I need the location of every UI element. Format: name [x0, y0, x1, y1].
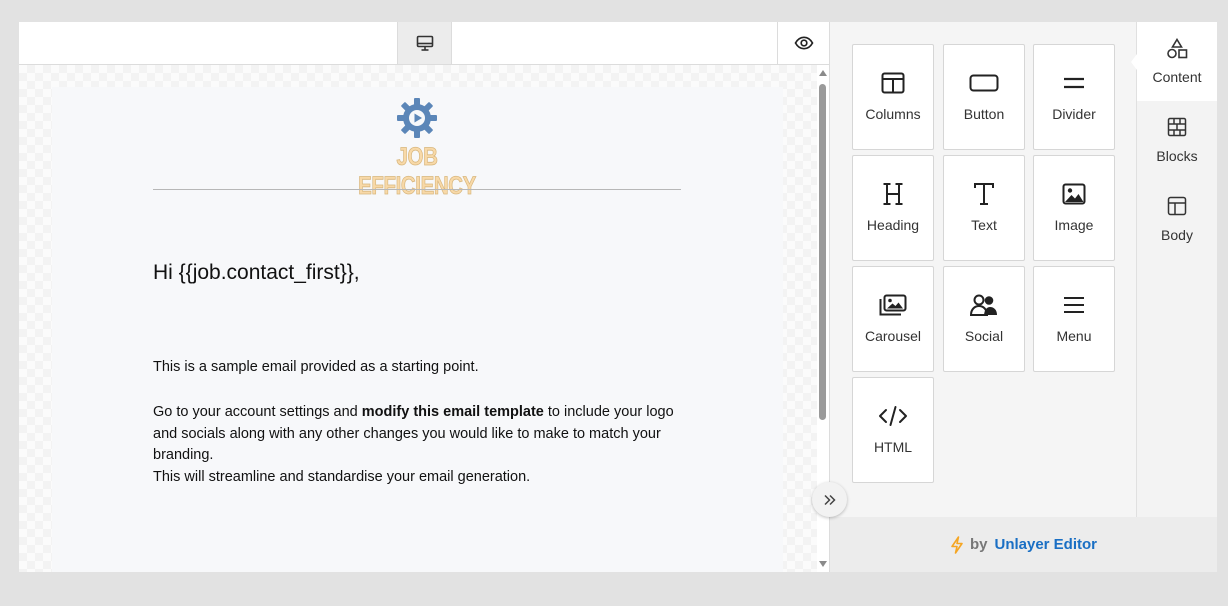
button-icon — [969, 74, 999, 92]
tab-label: Blocks — [1156, 148, 1198, 164]
tool-label: Heading — [866, 217, 920, 233]
tool-menu[interactable]: Menu — [1033, 266, 1115, 372]
unlayer-editor-link[interactable]: Unlayer Editor — [994, 536, 1097, 553]
instructions-bold-text: modify this email template — [361, 404, 544, 420]
right-panel: Columns Button Divider Heading Text Imag… — [829, 22, 1217, 572]
code-icon — [879, 406, 907, 426]
gear-play-icon — [397, 98, 437, 138]
columns-icon — [881, 72, 905, 94]
logo-text: JOB EFFICIENCY — [358, 143, 477, 201]
greeting-heading[interactable]: Hi {{job.contact_first}}, — [153, 261, 360, 285]
tool-columns[interactable]: Columns — [852, 44, 934, 150]
carousel-icon — [879, 294, 907, 316]
tool-label: HTML — [873, 439, 913, 455]
preview-button[interactable] — [777, 22, 829, 64]
instructions-paragraph[interactable]: Go to your account settings and modify t… — [153, 402, 693, 488]
canvas-scroll-area[interactable]: JOB EFFICIENCY Hi {{job.contact_first}},… — [19, 65, 817, 572]
tool-social[interactable]: Social — [943, 266, 1025, 372]
tool-heading[interactable]: Heading — [852, 155, 934, 261]
layout-icon — [1167, 196, 1187, 216]
content-tools-grid: Columns Button Divider Heading Text Imag… — [830, 22, 1136, 517]
logo[interactable]: JOB EFFICIENCY — [322, 97, 512, 200]
tab-body[interactable]: Body — [1137, 180, 1217, 259]
tool-label: Text — [971, 217, 997, 233]
scroll-up-arrow-icon[interactable] — [819, 70, 827, 76]
header-divider — [153, 189, 681, 190]
scroll-down-arrow-icon[interactable] — [819, 561, 827, 567]
intro-paragraph[interactable]: This is a sample email provided as a sta… — [153, 359, 479, 375]
tool-label: Image — [1054, 217, 1094, 233]
tool-label: Social — [964, 328, 1004, 344]
lightning-bolt-icon — [950, 535, 964, 554]
tool-label: Menu — [1056, 328, 1092, 344]
branding-footer: by Unlayer Editor — [830, 517, 1217, 572]
tool-text[interactable]: Text — [943, 155, 1025, 261]
canvas-area: JOB EFFICIENCY Hi {{job.contact_first}},… — [19, 22, 829, 572]
footer-by-text: by — [969, 536, 988, 553]
blocks-icon — [1167, 117, 1187, 137]
tab-label: Body — [1161, 227, 1193, 243]
tool-label: Columns — [865, 106, 921, 122]
top-toolbar — [19, 22, 829, 65]
heading-icon — [883, 183, 903, 205]
chevrons-right-icon — [823, 494, 836, 505]
collapse-panel-button[interactable] — [812, 482, 847, 517]
tab-label: Content — [1152, 69, 1202, 85]
tool-label: Button — [963, 106, 1005, 122]
desktop-monitor-icon — [416, 35, 433, 51]
scroll-thumb[interactable] — [819, 84, 826, 420]
eye-icon — [794, 36, 813, 50]
text-icon — [974, 183, 994, 205]
tool-image[interactable]: Image — [1033, 155, 1115, 261]
desktop-view-button[interactable] — [397, 22, 452, 64]
social-icon — [969, 294, 997, 316]
tool-label: Divider — [1052, 106, 1096, 122]
side-tabs: Content Blocks Body — [1131, 22, 1217, 517]
tool-button[interactable]: Button — [943, 44, 1025, 150]
email-body[interactable]: JOB EFFICIENCY Hi {{job.contact_first}},… — [52, 87, 783, 572]
email-editor: JOB EFFICIENCY Hi {{job.contact_first}},… — [19, 22, 1217, 572]
tool-carousel[interactable]: Carousel — [852, 266, 934, 372]
image-icon — [1062, 183, 1086, 205]
tool-divider[interactable]: Divider — [1033, 44, 1115, 150]
divider-icon — [1064, 77, 1084, 89]
instructions-text-line-2: This will streamline and standardise you… — [153, 468, 531, 485]
instructions-text-start: Go to your account settings and — [153, 404, 362, 420]
tab-blocks[interactable]: Blocks — [1137, 101, 1217, 180]
menu-icon — [1064, 297, 1084, 313]
tab-content[interactable]: Content — [1131, 22, 1217, 101]
tool-label: Carousel — [864, 328, 922, 344]
shapes-icon — [1167, 38, 1188, 59]
tool-html[interactable]: HTML — [852, 377, 934, 483]
